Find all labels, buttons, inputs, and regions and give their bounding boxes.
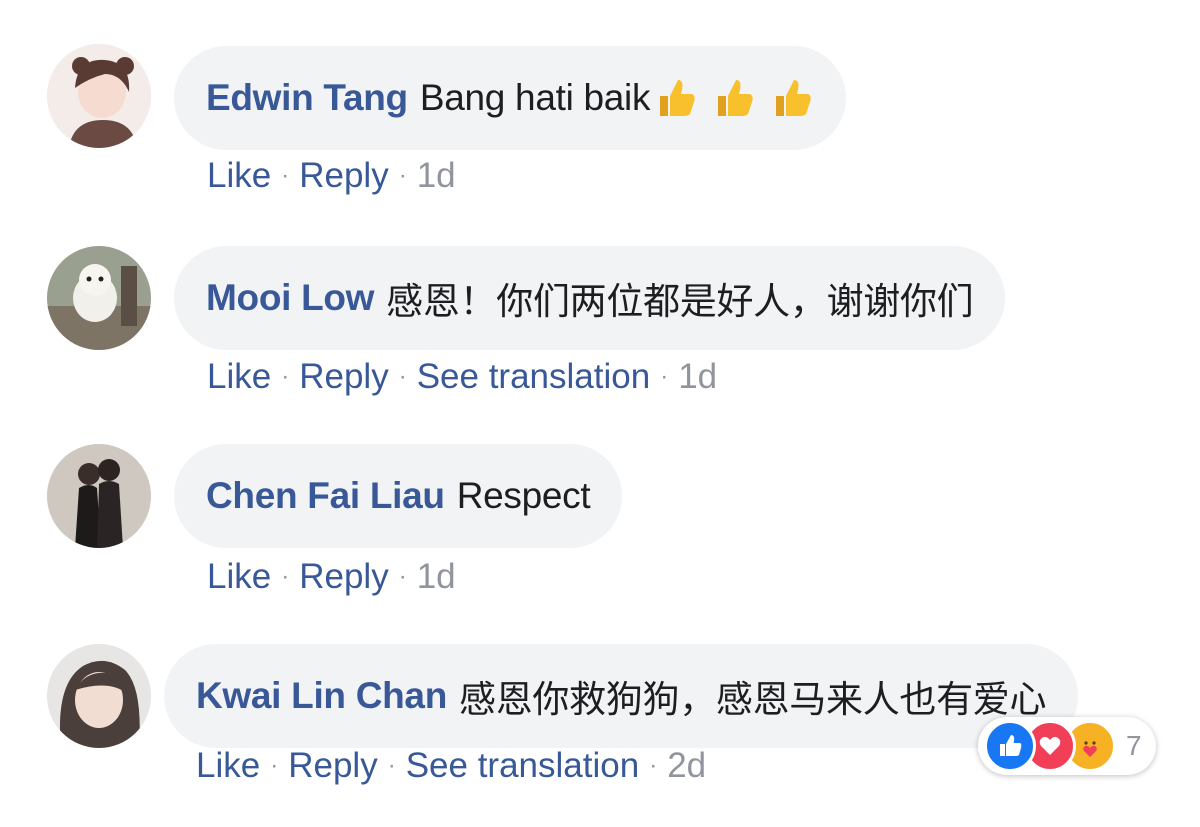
like-link[interactable]: Like: [207, 357, 271, 397]
reply-link[interactable]: Reply: [299, 357, 388, 397]
comment-author[interactable]: Kwai Lin Chan: [196, 675, 447, 717]
avatar-woman-photo-icon: [47, 644, 151, 748]
comment-actions: Like · Reply · See translation · 1d: [207, 357, 717, 397]
separator: ·: [660, 363, 669, 390]
comment-text: Bang hati baik: [419, 77, 651, 118]
comment-actions: Like · Reply · 1d: [207, 557, 456, 597]
comment-timestamp[interactable]: 2d: [667, 746, 706, 786]
see-translation-link[interactable]: See translation: [406, 746, 639, 786]
comment-bubble: Mooi Low 感恩！你们两位都是好人，谢谢你们: [174, 246, 1006, 350]
separator: ·: [398, 162, 407, 189]
comment-bubble: Kwai Lin Chan 感恩你救狗狗，感恩马来人也有爱心: [164, 644, 1079, 748]
separator: ·: [649, 752, 658, 779]
comment-bubble: Edwin Tang Bang hati baik: [174, 46, 847, 150]
separator: ·: [398, 563, 407, 590]
separator: ·: [398, 363, 407, 390]
thumbs-up-icon: [776, 80, 811, 116]
like-link[interactable]: Like: [207, 156, 271, 196]
comment-timestamp[interactable]: 1d: [417, 156, 456, 196]
comment-author[interactable]: Mooi Low: [206, 277, 374, 319]
separator: ·: [281, 363, 290, 390]
avatar-dog-photo-icon: [47, 246, 151, 350]
reply-link[interactable]: Reply: [299, 156, 388, 196]
comment-timestamp[interactable]: 1d: [417, 557, 456, 597]
reaction-count: 7: [1126, 730, 1142, 761]
avatar-couple-photo-icon: [47, 444, 151, 548]
separator: ·: [281, 563, 290, 590]
comment-actions: Like · Reply · See translation · 2d: [196, 746, 706, 786]
reply-link[interactable]: Reply: [299, 557, 388, 597]
comment-actions: Like · Reply · 1d: [207, 156, 456, 196]
comment-timestamp[interactable]: 1d: [678, 357, 717, 397]
see-translation-link[interactable]: See translation: [417, 357, 650, 397]
like-link[interactable]: Like: [196, 746, 260, 786]
separator: ·: [281, 162, 290, 189]
comment-author[interactable]: Edwin Tang: [206, 77, 408, 119]
like-link[interactable]: Like: [207, 557, 271, 597]
avatar[interactable]: [47, 246, 151, 350]
emoji-group: [654, 76, 814, 120]
comment-bubble: Chen Fai Liau Respect: [174, 444, 623, 548]
avatar[interactable]: [47, 644, 151, 748]
thumbs-up-icon: [718, 80, 753, 116]
like-reaction-icon: [984, 720, 1036, 772]
reaction-summary[interactable]: 7: [978, 717, 1156, 775]
thumbs-up-icon: [660, 80, 695, 116]
avatar[interactable]: [47, 444, 151, 548]
comment-text: 感恩你救狗狗，感恩马来人也有爱心: [459, 679, 1047, 720]
comment-text: Respect: [456, 475, 591, 516]
comment-text: 感恩！你们两位都是好人，谢谢你们: [386, 281, 974, 322]
separator: ·: [387, 752, 396, 779]
reply-link[interactable]: Reply: [288, 746, 377, 786]
comment-author[interactable]: Chen Fai Liau: [206, 475, 445, 517]
avatar[interactable]: [47, 44, 151, 148]
separator: ·: [270, 752, 279, 779]
avatar-cartoon-icon: [47, 44, 151, 148]
